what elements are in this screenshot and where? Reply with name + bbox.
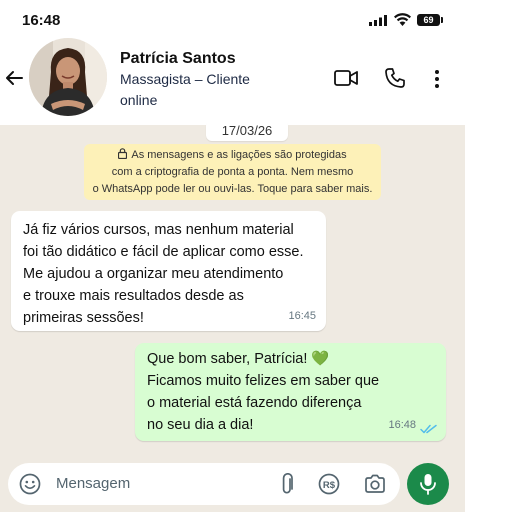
message-text: Já fiz vários cursos, mas nenhum materia… (23, 222, 304, 326)
back-arrow-icon[interactable] (4, 68, 24, 88)
encryption-notice-text-1: As mensagens e as ligações são protegida… (131, 149, 347, 161)
contact-status: online (120, 92, 158, 108)
message-time: 16:48 (388, 419, 416, 431)
date-separator: 17/03/26 (206, 120, 288, 141)
read-receipt-icon (420, 424, 437, 434)
lock-icon (118, 148, 128, 159)
encryption-notice-text-3: o WhatsApp pode ler ou ouvi-las. Toque p… (92, 183, 373, 195)
incoming-message[interactable]: Já fiz vários cursos, mas nenhum materia… (11, 211, 326, 331)
microphone-icon (420, 474, 436, 495)
status-time: 16:48 (22, 12, 61, 29)
voice-message-button[interactable] (407, 463, 449, 505)
battery-tip (441, 17, 443, 23)
message-time: 16:45 (288, 310, 316, 322)
paperclip-icon[interactable] (280, 473, 294, 496)
message-input-bar: Mensagem R$ (8, 463, 400, 505)
contact-subtitle: Massagista – Cliente (120, 71, 250, 87)
outgoing-message[interactable]: Que bom saber, Patrícia! 💚 Ficamos muito… (135, 343, 446, 441)
cellular-signal-icon (369, 15, 387, 26)
wifi-icon (394, 13, 411, 26)
encryption-notice-line1: As mensagens e as ligações são protegida… (84, 147, 381, 164)
encryption-notice-text-2: com a criptografia de ponta a ponta. Nem… (111, 166, 354, 178)
chat-header: 16:48 69 Patrícia Santos Massagista – Cl… (0, 0, 465, 125)
encryption-notice[interactable]: As mensagens e as ligações são protegida… (84, 144, 381, 200)
more-vertical-icon[interactable] (434, 69, 440, 89)
video-call-icon[interactable] (334, 69, 359, 87)
svg-text:R$: R$ (323, 480, 336, 491)
emoji-icon[interactable] (19, 473, 41, 495)
contact-avatar[interactable] (29, 38, 107, 116)
battery-indicator: 69 (417, 14, 440, 26)
message-input[interactable]: Mensagem (56, 475, 130, 492)
phone-icon[interactable] (384, 67, 406, 89)
chat-screen: 16:48 69 Patrícia Santos Massagista – Cl… (0, 0, 465, 512)
camera-icon[interactable] (364, 474, 386, 494)
payment-icon[interactable]: R$ (318, 473, 340, 495)
contact-name[interactable]: Patrícia Santos (120, 50, 236, 68)
